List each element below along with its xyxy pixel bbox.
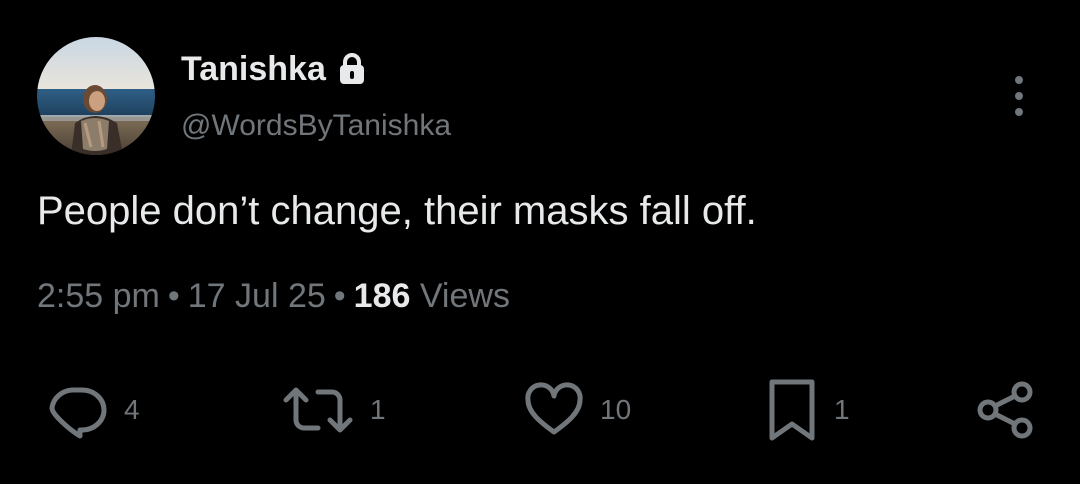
bookmark-count: 1 [834,394,850,425]
separator: • [333,277,346,315]
tweet-text: People don’t change, their masks fall of… [37,189,757,233]
reply-icon [49,387,107,439]
tweet-time[interactable]: 2:55 pm [37,277,160,315]
author-display-name-row[interactable]: Tanishka [181,49,366,89]
author-display-name[interactable]: Tanishka [181,49,326,89]
heart-icon [525,382,583,435]
author-handle[interactable]: @WordsByTanishka [181,108,451,144]
views-count: 186 [353,277,411,315]
tweet-date[interactable]: 17 Jul 25 [188,277,326,315]
repost-count: 1 [370,394,386,425]
tweet-actions-bar: 4 1 10 1 [0,378,1080,442]
avatar-image [37,37,155,155]
bookmark-button[interactable]: 1 [764,378,850,442]
reply-button[interactable]: 4 [46,378,140,442]
like-count: 10 [600,394,632,425]
like-button[interactable]: 10 [522,378,631,442]
separator: • [167,277,180,315]
share-icon [977,381,1033,439]
share-button[interactable] [974,378,1038,442]
more-options-icon[interactable] [1004,74,1034,118]
lock-icon [338,52,366,86]
tweet: Tanishka @WordsByTanishka People don’t c… [0,0,1080,484]
bookmark-icon [769,379,815,441]
repost-button[interactable]: 1 [280,378,386,442]
reply-count: 4 [124,394,140,425]
tweet-metadata: 2:55 pm • 17 Jul 25 • 186 Views [37,275,510,317]
repost-icon [283,387,353,433]
views-label: Views [419,277,510,315]
avatar[interactable] [37,37,155,155]
